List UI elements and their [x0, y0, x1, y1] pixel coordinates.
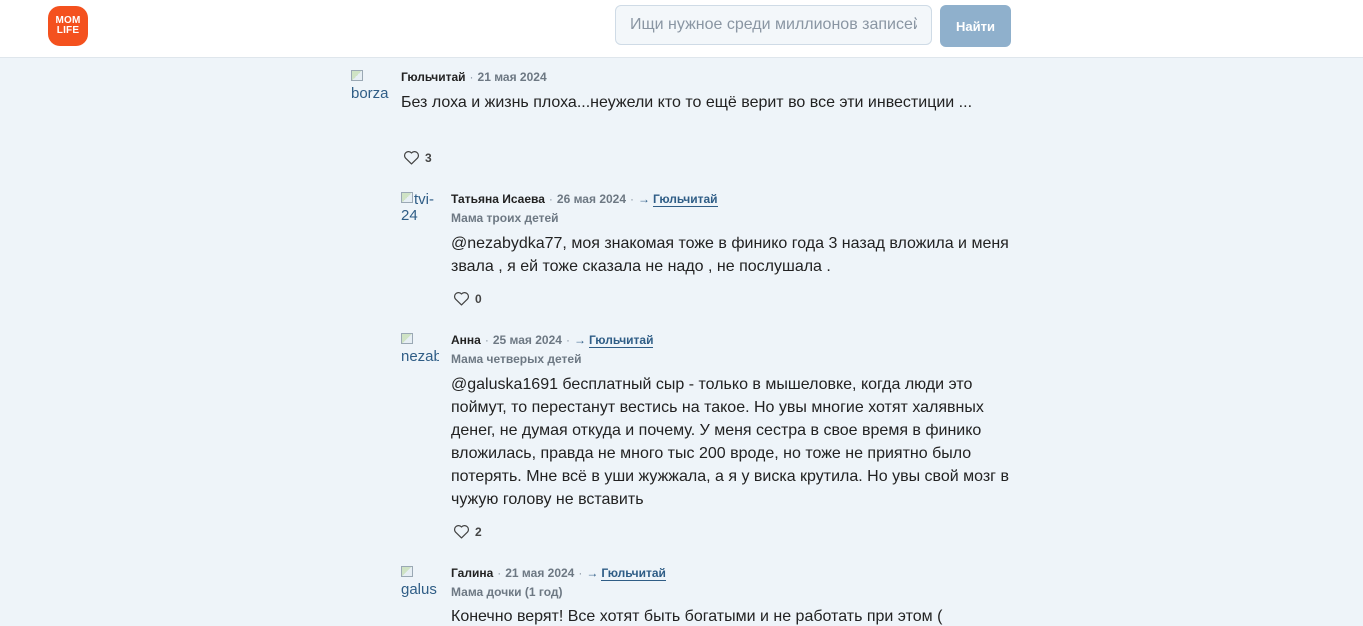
- comment-author[interactable]: Анна: [451, 333, 481, 347]
- separator-dot: ·: [578, 566, 583, 580]
- separator-dot: ·: [630, 192, 635, 206]
- comment-author[interactable]: Гюльчитай: [401, 70, 466, 84]
- avatar[interactable]: borza: [351, 70, 389, 108]
- reply-arrow-icon: →: [638, 192, 651, 206]
- comment-meta: Анна · 25 мая 2024 · → Гюльчитай: [451, 333, 654, 348]
- heart-icon: [403, 151, 420, 165]
- comment-date: 25 мая 2024: [492, 333, 562, 347]
- heart-icon: [453, 292, 470, 306]
- like-count: 0: [475, 291, 482, 306]
- avatar-alt-text: galus: [401, 581, 437, 598]
- avatar[interactable]: galus: [401, 566, 439, 604]
- separator-dot: ·: [469, 70, 474, 84]
- broken-image-icon: [401, 566, 413, 577]
- avatar[interactable]: tvi-24: [401, 192, 439, 230]
- broken-image-icon: [401, 333, 413, 344]
- comment-text: @nezabydka77, моя знакомая тоже в финико…: [451, 235, 1009, 275]
- broken-image-icon: [401, 192, 413, 203]
- separator-dot: ·: [484, 333, 489, 347]
- search-input[interactable]: [615, 5, 932, 45]
- avatar[interactable]: nezab: [401, 333, 439, 371]
- logo-line-2: LIFE: [56, 25, 80, 36]
- heart-icon: [453, 525, 470, 539]
- separator-dot: ·: [497, 566, 502, 580]
- comment-meta: Гюльчитай · 21 мая 2024: [401, 70, 547, 84]
- reply-to-link[interactable]: Гюльчитай: [653, 192, 718, 207]
- comment-text: @galuska1691 бесплатный сыр - только в м…: [451, 376, 1009, 508]
- like-button[interactable]: 3: [403, 150, 432, 165]
- separator-dot: ·: [548, 192, 553, 206]
- avatar-alt-text: nezab: [401, 348, 439, 365]
- like-button[interactable]: 0: [453, 291, 482, 306]
- avatar-alt-text: borza: [351, 85, 389, 102]
- reply-to-link[interactable]: Гюльчитай: [588, 333, 654, 348]
- reply-arrow-icon: →: [573, 333, 586, 347]
- author-status: Мама троих детей: [451, 211, 559, 225]
- author-status: Мама четверых детей: [451, 352, 582, 366]
- author-status: Мама дочки (1 год): [451, 585, 563, 599]
- reply-to-link[interactable]: Гюльчитай: [601, 566, 666, 581]
- like-count: 3: [425, 150, 432, 165]
- comment-date: 21 мая 2024: [477, 70, 547, 84]
- comment-date: 21 мая 2024: [505, 566, 575, 580]
- comment-date: 26 мая 2024: [556, 192, 627, 206]
- search-button[interactable]: Найти: [940, 5, 1011, 47]
- top-bar: MOM LIFE Найти: [0, 0, 1363, 58]
- reply-arrow-icon: →: [586, 566, 599, 580]
- broken-image-icon: [351, 70, 363, 81]
- like-button[interactable]: 2: [453, 524, 482, 539]
- comment-author[interactable]: Татьяна Исаева: [451, 192, 545, 206]
- comment-author[interactable]: Галина: [451, 566, 493, 580]
- like-count: 2: [475, 524, 482, 539]
- momlife-logo[interactable]: MOM LIFE: [48, 6, 88, 46]
- comment-meta: Галина · 21 мая 2024 · → Гюльчитай: [451, 566, 666, 581]
- separator-dot: ·: [565, 333, 570, 347]
- comment-meta: Татьяна Исаева · 26 мая 2024 · → Гюльчитай: [451, 192, 718, 207]
- comment-text: Без лоха и жизнь плоха...неужели кто то …: [401, 94, 973, 111]
- comment-text: Конечно верят! Все хотят быть богатыми и…: [451, 608, 943, 625]
